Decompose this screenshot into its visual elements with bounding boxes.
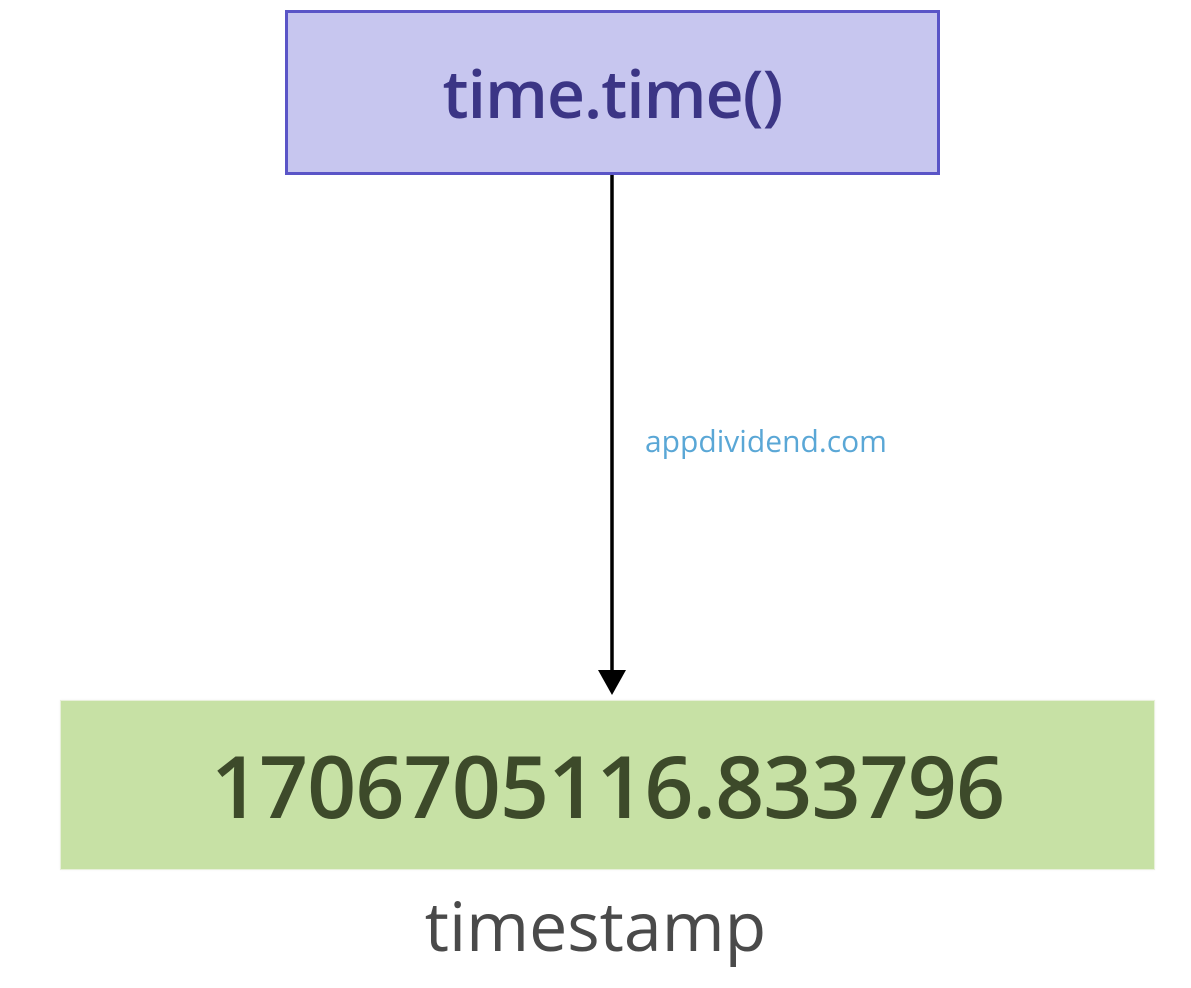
output-value-text: 1706705116.833796: [211, 727, 1004, 844]
function-call-box: time.time(): [285, 10, 940, 175]
function-call-label: time.time(): [443, 48, 783, 138]
output-caption: timestamp: [0, 878, 1191, 971]
watermark-text: appdividend.com: [645, 420, 887, 461]
output-value-box: 1706705116.833796: [60, 700, 1155, 870]
